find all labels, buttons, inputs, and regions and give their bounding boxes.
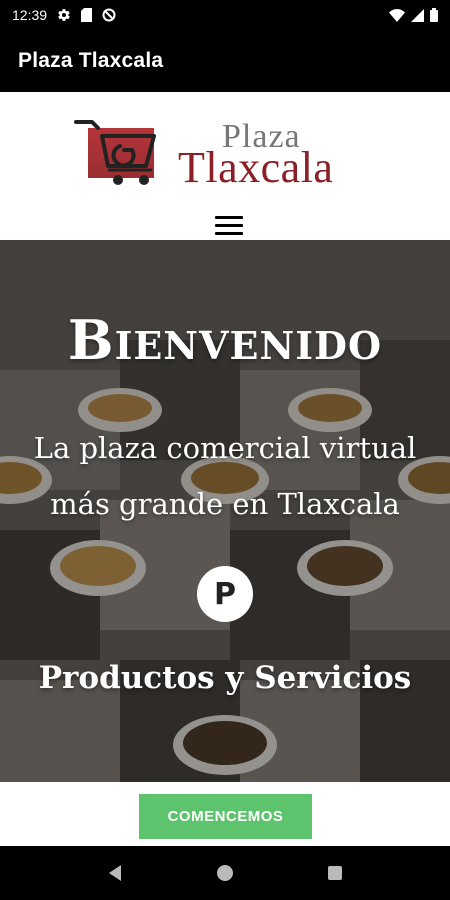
- status-time: 12:39: [12, 7, 48, 23]
- hero-subtitle-line2: más grande en Tlaxcala: [50, 487, 400, 521]
- site-logo[interactable]: Plaza Tlaxcala: [74, 118, 364, 192]
- no-data-icon: [102, 8, 116, 22]
- wifi-icon: [389, 8, 405, 22]
- parking-badge-icon: P: [197, 566, 253, 622]
- hero-subtitle: La plaza comercial virtual más grande en…: [20, 420, 430, 532]
- system-nav-bar: [0, 846, 450, 900]
- home-icon[interactable]: [210, 858, 240, 888]
- recents-icon[interactable]: [320, 858, 350, 888]
- battery-icon: [430, 8, 438, 22]
- hero-subtitle-line1: La plaza comercial virtual: [33, 431, 417, 465]
- webview: Plaza Tlaxcala Bienvenido La plaza comer…: [0, 92, 450, 846]
- site-header: Plaza Tlaxcala: [0, 92, 450, 240]
- app-bar: Plaza Tlaxcala: [0, 30, 450, 92]
- shopping-cart-icon: [74, 120, 156, 185]
- cta-area: COMENCEMOS: [0, 782, 450, 846]
- back-icon[interactable]: [100, 858, 130, 888]
- comencemos-button[interactable]: COMENCEMOS: [139, 794, 312, 839]
- hamburger-menu-icon[interactable]: [215, 216, 243, 236]
- sim-icon: [81, 8, 93, 22]
- hero-services-heading: Productos y Servicios: [38, 660, 412, 696]
- app-title: Plaza Tlaxcala: [18, 49, 164, 72]
- hero-title: Bienvenido: [67, 308, 383, 372]
- status-bar: 12:39: [0, 0, 450, 30]
- hero-section: Bienvenido La plaza comercial virtual má…: [0, 240, 450, 782]
- signal-icon: [411, 8, 424, 22]
- logo-text-tlaxcala: Tlaxcala: [178, 143, 334, 192]
- gear-icon: [57, 8, 71, 22]
